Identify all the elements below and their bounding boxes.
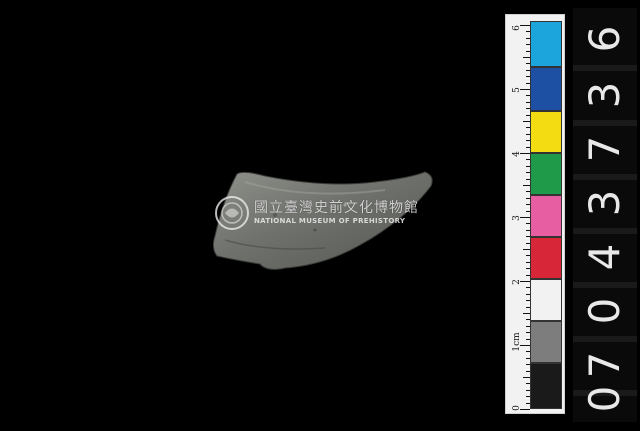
swatch-yellow — [530, 111, 562, 153]
swatch-red — [530, 237, 562, 279]
color-scale-bar: 0 1cm 2 3 4 5 6 — [505, 14, 565, 414]
ruler-tick — [520, 281, 530, 282]
ruler-tick — [520, 25, 530, 26]
ruler-tick — [523, 249, 530, 250]
ruler-label-2: 2 — [512, 279, 522, 285]
museum-name-chinese: 國立臺灣史前文化博物館 — [254, 200, 419, 216]
ruler-label-5: 5 — [512, 87, 522, 93]
ruler-tick — [520, 409, 530, 410]
swatch-blue — [530, 67, 562, 111]
accession-digit: 6 — [580, 25, 629, 53]
swatch-white — [530, 279, 562, 321]
ruler-tick — [523, 185, 530, 186]
museum-logo-icon — [215, 196, 249, 230]
museum-watermark: 國立臺灣史前文化博物館 NATIONAL MUSEUM OF PREHISTOR… — [214, 195, 429, 231]
ruler-label-6: 6 — [512, 25, 522, 31]
ruler-tick — [520, 153, 530, 154]
ruler-tick — [523, 313, 530, 314]
swatch-black — [530, 363, 562, 409]
centimeter-ruler: 0 1cm 2 3 4 5 6 — [508, 19, 530, 411]
accession-digit: 0 — [580, 385, 629, 413]
swatch-cyan — [530, 21, 562, 67]
ruler-tick — [520, 217, 530, 218]
ruler-tick — [520, 89, 530, 90]
photo-frame: 國立臺灣史前文化博物館 NATIONAL MUSEUM OF PREHISTOR… — [0, 0, 640, 425]
ruler-tick — [523, 121, 530, 122]
ruler-label-3: 3 — [512, 215, 522, 221]
swatch-green — [530, 153, 562, 195]
ruler-tick — [520, 345, 530, 346]
swatch-magenta — [530, 195, 562, 237]
ruler-label-0: 0 — [512, 405, 522, 411]
ruler-label-1cm: 1cm — [512, 332, 522, 352]
ruler-label-4: 4 — [512, 151, 522, 157]
ruler-tick — [523, 377, 530, 378]
swatch-gray — [530, 321, 562, 363]
accession-number: 6 3 7 3 4 0 7 0 — [573, 8, 637, 422]
museum-name-english: NATIONAL MUSEUM OF PREHISTORY — [254, 217, 406, 225]
ruler-tick — [523, 57, 530, 58]
